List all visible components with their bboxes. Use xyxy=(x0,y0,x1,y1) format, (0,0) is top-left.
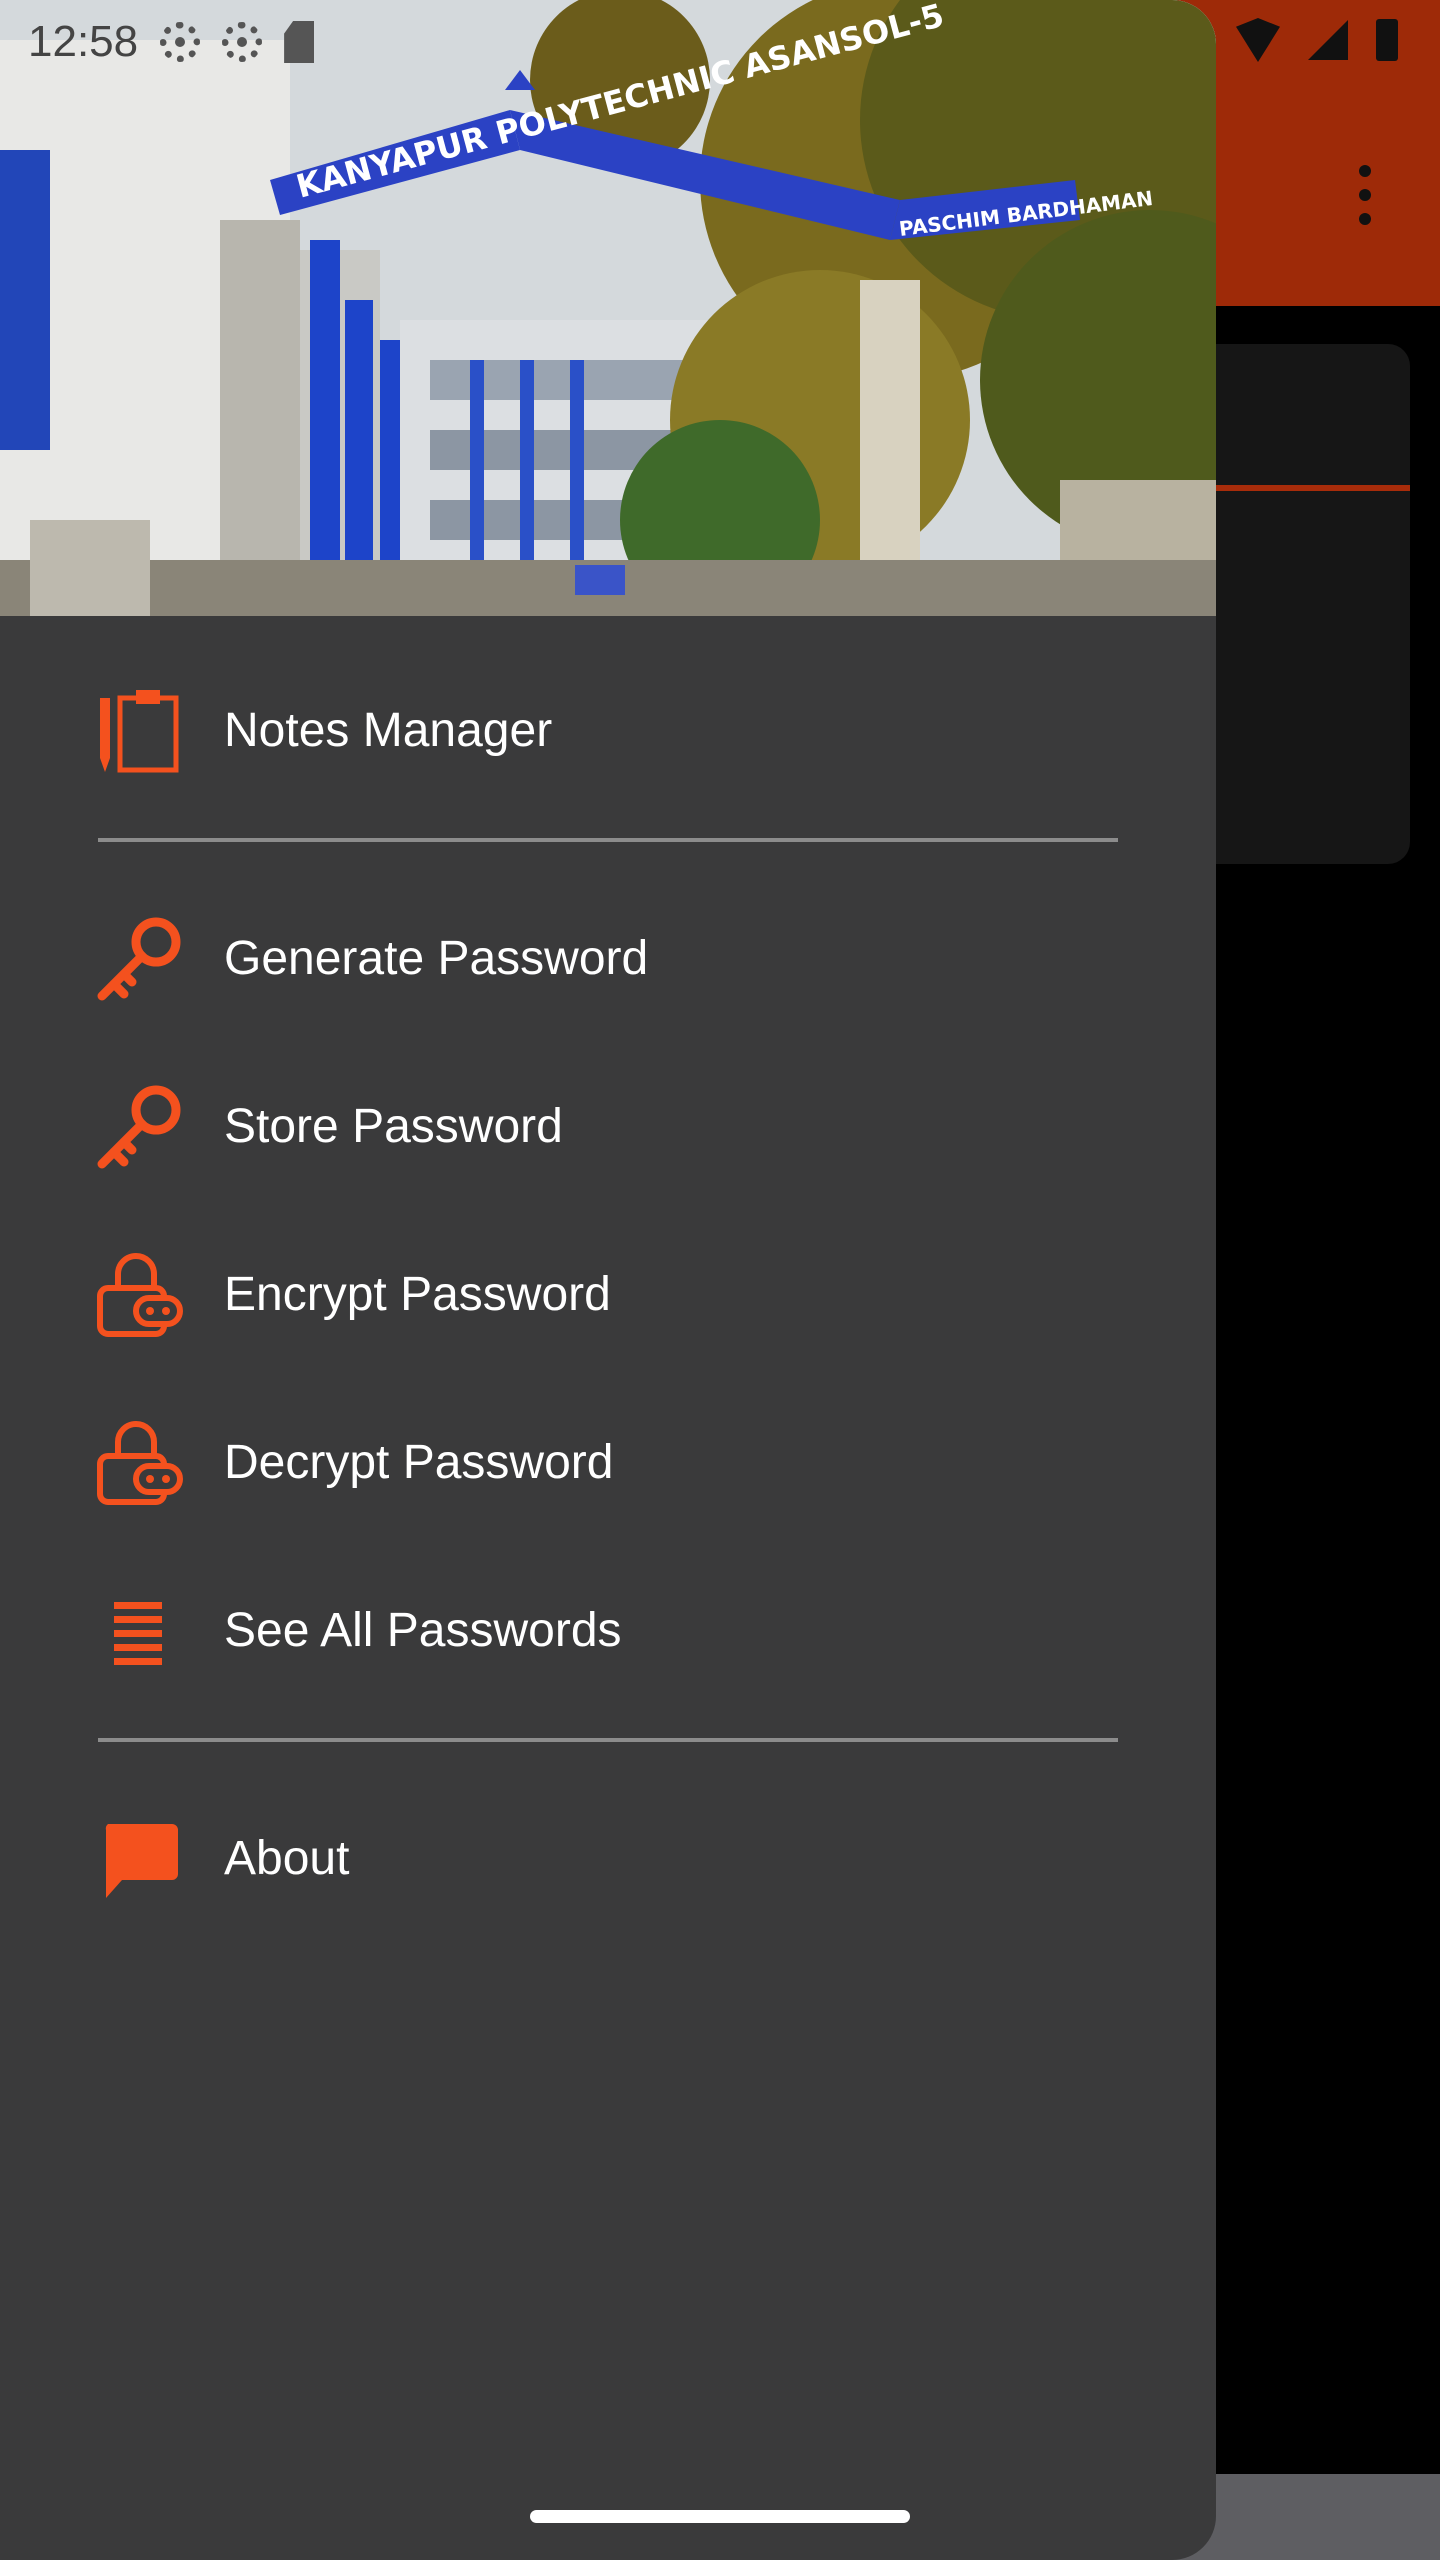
overflow-dot xyxy=(1359,213,1371,225)
menu-item-about[interactable]: About xyxy=(0,1788,1216,1928)
clipboard-pencil-icon xyxy=(96,686,184,774)
menu-item-encrypt-password[interactable]: Encrypt Password xyxy=(0,1224,1216,1364)
menu-item-label: About xyxy=(224,1831,350,1885)
key-icon xyxy=(96,914,184,1002)
menu-item-notes-manager[interactable]: Notes Manager xyxy=(0,660,1216,800)
menu-item-label: Store Password xyxy=(224,1099,563,1153)
menu-item-decrypt-password[interactable]: Decrypt Password xyxy=(0,1392,1216,1532)
battery-icon xyxy=(1376,19,1398,61)
screen: KANYAPUR POLYTECHNIC ASANSOL-5 PASCHIM B… xyxy=(0,0,1440,2560)
drawer-header-image: KANYAPUR POLYTECHNIC ASANSOL-5 PASCHIM B… xyxy=(0,0,1216,616)
gesture-navigation-handle[interactable] xyxy=(530,2510,910,2523)
menu-item-label: Generate Password xyxy=(224,931,649,985)
list-icon xyxy=(96,1586,184,1674)
overflow-dot xyxy=(1359,189,1371,201)
menu-item-store-password[interactable]: Store Password xyxy=(0,1056,1216,1196)
status-time: 12:58 xyxy=(28,17,139,66)
lock-icon xyxy=(96,1250,184,1338)
status-bar-left: 12:58 xyxy=(28,14,315,70)
divider xyxy=(98,838,1118,842)
divider xyxy=(98,1738,1118,1742)
menu-item-generate-password[interactable]: Generate Password xyxy=(0,888,1216,1028)
menu-item-see-all-passwords[interactable]: See All Passwords xyxy=(0,1560,1216,1700)
menu-item-label: Notes Manager xyxy=(224,703,553,757)
settings-notification-icon xyxy=(222,22,263,62)
header-photo: KANYAPUR POLYTECHNIC ASANSOL-5 PASCHIM B… xyxy=(0,0,1216,616)
overflow-menu-button[interactable] xyxy=(1325,150,1405,240)
chat-bubble-icon xyxy=(96,1814,184,1902)
key-icon xyxy=(96,1082,184,1170)
cell-signal-icon xyxy=(1308,20,1348,60)
menu-item-label: See All Passwords xyxy=(224,1603,622,1657)
status-icons-right xyxy=(1210,0,1440,80)
wifi-icon xyxy=(1236,18,1280,62)
sd-card-icon xyxy=(284,21,315,63)
menu-item-label: Encrypt Password xyxy=(224,1267,611,1321)
menu-item-label: Decrypt Password xyxy=(224,1435,614,1489)
lock-icon xyxy=(96,1418,184,1506)
settings-notification-icon xyxy=(160,22,201,62)
navigation-drawer: KANYAPUR POLYTECHNIC ASANSOL-5 PASCHIM B… xyxy=(0,0,1216,2560)
overflow-dot xyxy=(1359,165,1371,177)
